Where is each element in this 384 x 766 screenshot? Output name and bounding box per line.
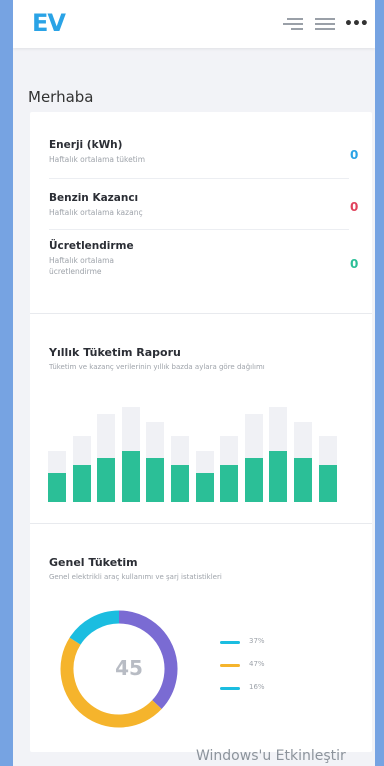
legend-label: 16% [249, 683, 265, 691]
legend-swatch [220, 664, 240, 667]
legend-swatch [220, 687, 240, 690]
bar [294, 458, 312, 502]
stat-fuel-savings: Benzin Kazancı Haftalık ortalama kazanç [49, 192, 349, 218]
stat-value: 0 [350, 257, 359, 271]
bar [97, 458, 116, 502]
stat-value: 0 [350, 200, 359, 214]
donut-slice [60, 637, 162, 728]
donut-center-value: 45 [115, 656, 143, 680]
bar [244, 458, 263, 502]
yearly-report-subtitle: Tüketim ve kazanç verilerinin yıllık baz… [49, 363, 265, 371]
section-divider [30, 523, 372, 524]
bar [195, 472, 214, 502]
bar [121, 450, 140, 502]
yearly-report-title: Yıllık Tüketim Raporu [49, 346, 181, 359]
bar [318, 465, 337, 502]
greeting-title: Merhaba [28, 88, 94, 106]
app-window: EV ••• Merhaba Enerji (kWh) Haftalık ort… [13, 0, 375, 766]
divider [49, 178, 349, 179]
stat-charging: Ücretlendirme Haftalık ortalama ücretlen… [49, 240, 349, 277]
general-usage-title: Genel Tüketim [49, 556, 138, 569]
divider [49, 229, 349, 230]
more-options-icon[interactable]: ••• [344, 16, 369, 32]
align-right-icon[interactable] [283, 14, 303, 30]
background-stripe-left [0, 0, 13, 766]
legend-label: 37% [249, 637, 265, 645]
background-stripe-right [375, 0, 384, 766]
stat-subtitle: Haftalık ortalama ücretlendirme [49, 256, 114, 276]
stat-value: 0 [350, 148, 359, 162]
bar [171, 465, 189, 502]
donut-slice [69, 610, 120, 645]
bar [72, 465, 91, 502]
stat-title: Enerji (kWh) [49, 139, 123, 151]
section-divider [30, 313, 372, 314]
dashboard-card: Enerji (kWh) Haftalık ortalama tüketim 0… [30, 112, 372, 752]
stat-energy: Enerji (kWh) Haftalık ortalama tüketim [49, 139, 349, 165]
top-header: EV ••• [13, 0, 375, 48]
bar [220, 465, 239, 502]
app-logo[interactable]: EV [32, 9, 66, 37]
general-usage-subtitle: Genel elektrikli araç kullanımı ve şarj … [49, 573, 222, 581]
stat-subtitle: Haftalık ortalama kazanç [49, 208, 143, 217]
bar [48, 472, 66, 502]
stat-title: Ücretlendirme [49, 240, 134, 252]
stat-subtitle: Haftalık ortalama tüketim [49, 155, 146, 164]
activation-watermark: Windows'u Etkinleştir [196, 748, 346, 764]
bar [269, 450, 288, 502]
legend-label: 47% [249, 660, 265, 668]
legend-swatch [220, 641, 240, 644]
stat-title: Benzin Kazancı [49, 192, 139, 204]
bar [146, 458, 165, 502]
menu-icon[interactable] [315, 14, 335, 30]
